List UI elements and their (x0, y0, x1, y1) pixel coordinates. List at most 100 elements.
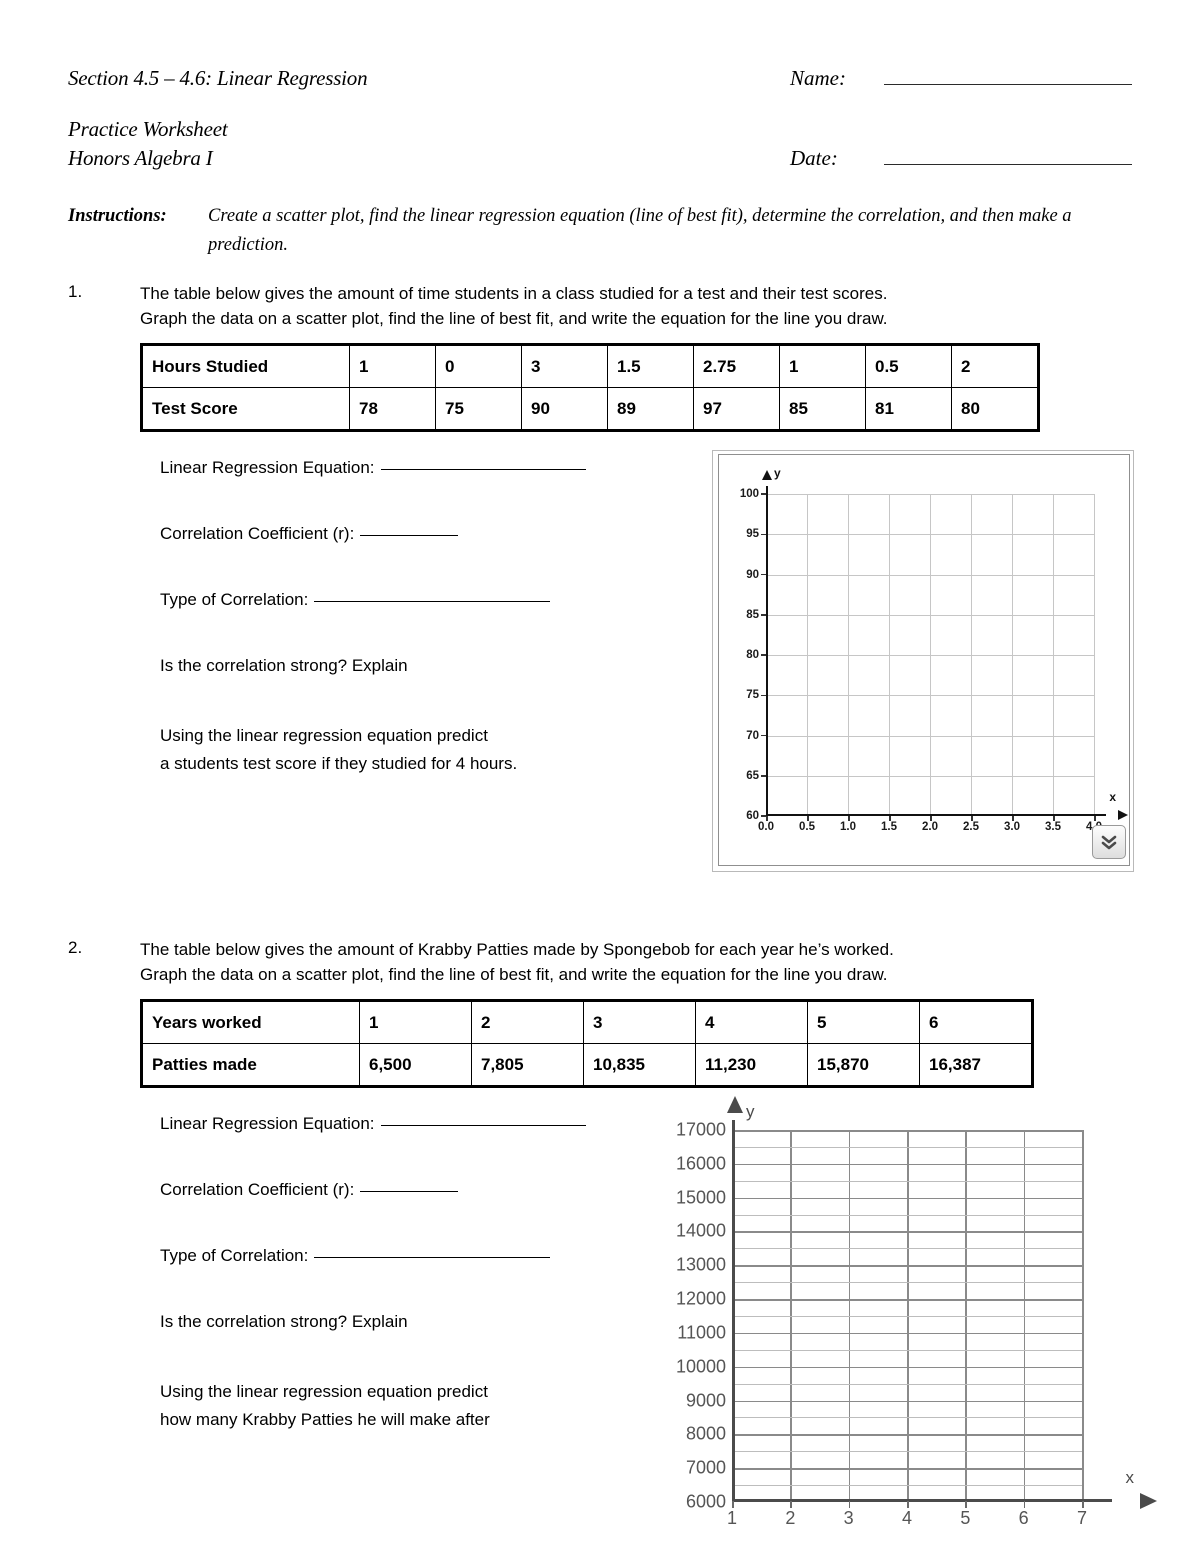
gridline-horizontal (732, 1400, 1082, 1403)
problem-1-equation-label: Linear Regression Equation: (160, 458, 375, 478)
problem-2-number: 2. (68, 938, 83, 957)
gridline-horizontal (732, 1163, 1082, 1166)
y-axis-tick-label: 15000 (675, 1187, 726, 1208)
x-axis-tick (965, 1501, 967, 1508)
section-title: Section 4.5 – 4.6: Linear Regression (68, 66, 368, 90)
x-axis-tick-label: 5 (960, 1508, 971, 1528)
table-row: Hours Studied 1 0 3 1.5 2.75 1 0.5 2 (141, 344, 1039, 389)
y-axis-tick-label: 75 (746, 689, 759, 702)
table-row: Patties made 6,500 7,805 10,835 11,230 1… (141, 1043, 1033, 1088)
gridline-horizontal (766, 534, 1094, 536)
graph-2-plot-area[interactable]: y x 1 2 3 4 5 6 7 17000 16000 15000 14000 13000 1200… (676, 1096, 1157, 1528)
y-axis-tick (761, 493, 766, 495)
graph-1-widget[interactable]: y x 0.00.51.01.52.02.53.03.54.0100959085… (712, 450, 1134, 872)
y-axis-tick-label: 12000 (675, 1288, 726, 1309)
graph-2-y-axis-label: y (746, 1102, 755, 1121)
header-row-date: Honors Algebra I Date: (68, 146, 1132, 171)
gridline-horizontal (732, 1299, 1082, 1301)
table-row: Years worked 1 2 3 4 5 6 (141, 1000, 1033, 1045)
table-1-row2-cell-1: 75 (435, 387, 522, 432)
problem-1-coefficient-blank[interactable] (360, 534, 459, 537)
table-1-row1-cell-1: 0 (435, 344, 522, 389)
graph-1-gridlines (766, 494, 1095, 816)
x-axis-arrow-icon (1118, 810, 1128, 820)
table-2-row2-cell-2: 10,835 (583, 1043, 696, 1088)
gridline-horizontal-minor (732, 1248, 1082, 1250)
gridline-horizontal-minor (732, 1349, 1082, 1351)
problem-1-equation-line: Linear Regression Equation: (160, 458, 680, 478)
table-2-row2-cell-4: 15,870 (807, 1043, 920, 1088)
data-table-2: Years worked 1 2 3 4 5 6 Patties made 6,… (140, 999, 1034, 1089)
problem-1-type-line: Type of Correlation: (160, 590, 680, 610)
problem-1-text-line1: The table below gives the amount of time… (140, 284, 888, 303)
y-axis-tick (761, 654, 766, 656)
y-axis-tick-label: 14000 (675, 1220, 726, 1241)
y-axis-tick (761, 734, 766, 737)
problem-2-equation-blank[interactable] (380, 1124, 586, 1127)
problem-1-equation-blank[interactable] (380, 468, 586, 471)
problem-1-prediction-line2: a students test score if they studied fo… (160, 753, 518, 773)
problem-2-heading: 2. The table below gives the amount of K… (68, 938, 1158, 987)
y-axis-tick-label: 7000 (685, 1457, 726, 1478)
y-axis-tick-label: 85 (746, 608, 759, 621)
graph-1-y-axis (762, 470, 772, 816)
graph-2-x-axis-label: x (1125, 1468, 1135, 1487)
problem-2-text: The table below gives the amount of Krab… (140, 938, 894, 987)
table-1-row1-cell-5: 1 (779, 344, 866, 389)
gridline-vertical (1082, 1130, 1084, 1502)
name-blank-line[interactable] (884, 83, 1132, 85)
problem-2-type-label: Type of Correlation: (160, 1246, 309, 1266)
graph-2-y-axis (727, 1096, 743, 1502)
problem-2-coefficient-blank[interactable] (360, 1190, 459, 1193)
name-label: Name: (790, 66, 846, 90)
table-2-row1-cell-4: 5 (807, 1000, 920, 1045)
y-axis-tick-label: 70 (746, 729, 759, 742)
scroll-down-button[interactable] (1092, 825, 1126, 859)
header-row-worksheet: Practice Worksheet Honors Algebra I Date… (68, 117, 1132, 171)
problem-1-type-label: Type of Correlation: (160, 590, 309, 610)
y-axis-tick-label: 60 (746, 810, 759, 822)
gridline-horizontal (766, 494, 1094, 495)
graph-1-x-axis (766, 810, 1128, 820)
problem-2-answers: Linear Regression Equation: Correlation … (160, 1114, 680, 1433)
x-axis-tick-label: 2.5 (963, 821, 979, 833)
x-axis-tick-label: 3.0 (1004, 821, 1020, 833)
gridline-horizontal (766, 775, 1094, 777)
x-axis-tick-label: 2.0 (922, 821, 938, 833)
problem-2-equation-label: Linear Regression Equation: (160, 1114, 375, 1134)
x-axis-tick-label: 3.5 (1045, 821, 1061, 833)
gridline-vertical (1094, 494, 1095, 816)
graph-2-widget[interactable]: y x 1 2 3 4 5 6 7 17000 16000 15000 14000 13000 1200… (660, 1096, 1157, 1537)
table-2-row1-cell-1: 2 (471, 1000, 584, 1045)
gridline-horizontal-minor (732, 1180, 1082, 1182)
problem-1-type-blank[interactable] (314, 600, 551, 603)
gridline-horizontal-minor (732, 1316, 1082, 1317)
table-1-row2-cell-2: 90 (521, 387, 608, 432)
gridline-horizontal (732, 1130, 1082, 1132)
table-1-row2-cell-4: 97 (693, 387, 780, 432)
problem-1-prediction: Using the linear regression equation pre… (160, 722, 680, 777)
gridline-horizontal (766, 735, 1094, 737)
y-axis-tick-label: 6000 (685, 1491, 726, 1512)
instructions-text: Create a scatter plot, find the linear r… (208, 206, 1072, 255)
double-chevron-down-icon (1101, 835, 1117, 850)
table-2-row2-label: Patties made (141, 1043, 360, 1088)
y-axis-tick (761, 533, 766, 535)
x-axis-tick (732, 1501, 734, 1508)
y-axis-tick-label: 13000 (675, 1254, 726, 1275)
worksheet-header: Section 4.5 – 4.6: Linear Regression Nam… (68, 66, 1132, 171)
problem-1-coefficient-label: Correlation Coefficient (r): (160, 524, 355, 544)
problem-2-type-blank[interactable] (314, 1256, 551, 1259)
table-row: Test Score 78 75 90 89 97 85 81 80 (141, 387, 1039, 432)
table-1-row1-label: Hours Studied (141, 344, 350, 389)
date-blank-line[interactable] (884, 163, 1132, 165)
problem-2-prediction: Using the linear regression equation pre… (160, 1378, 680, 1433)
table-1-row2-label: Test Score (141, 387, 350, 432)
gridline-horizontal (766, 574, 1094, 576)
gridline-horizontal (766, 655, 1094, 656)
y-axis-arrow-icon (727, 1096, 743, 1113)
graph-1-plot-area[interactable]: y x 0.00.51.01.52.02.53.03.54.0100959085… (740, 466, 1128, 833)
x-axis-tick (1082, 1501, 1084, 1508)
gridline-horizontal-minor (732, 1146, 1082, 1148)
y-axis-tick-label: 65 (746, 769, 759, 782)
